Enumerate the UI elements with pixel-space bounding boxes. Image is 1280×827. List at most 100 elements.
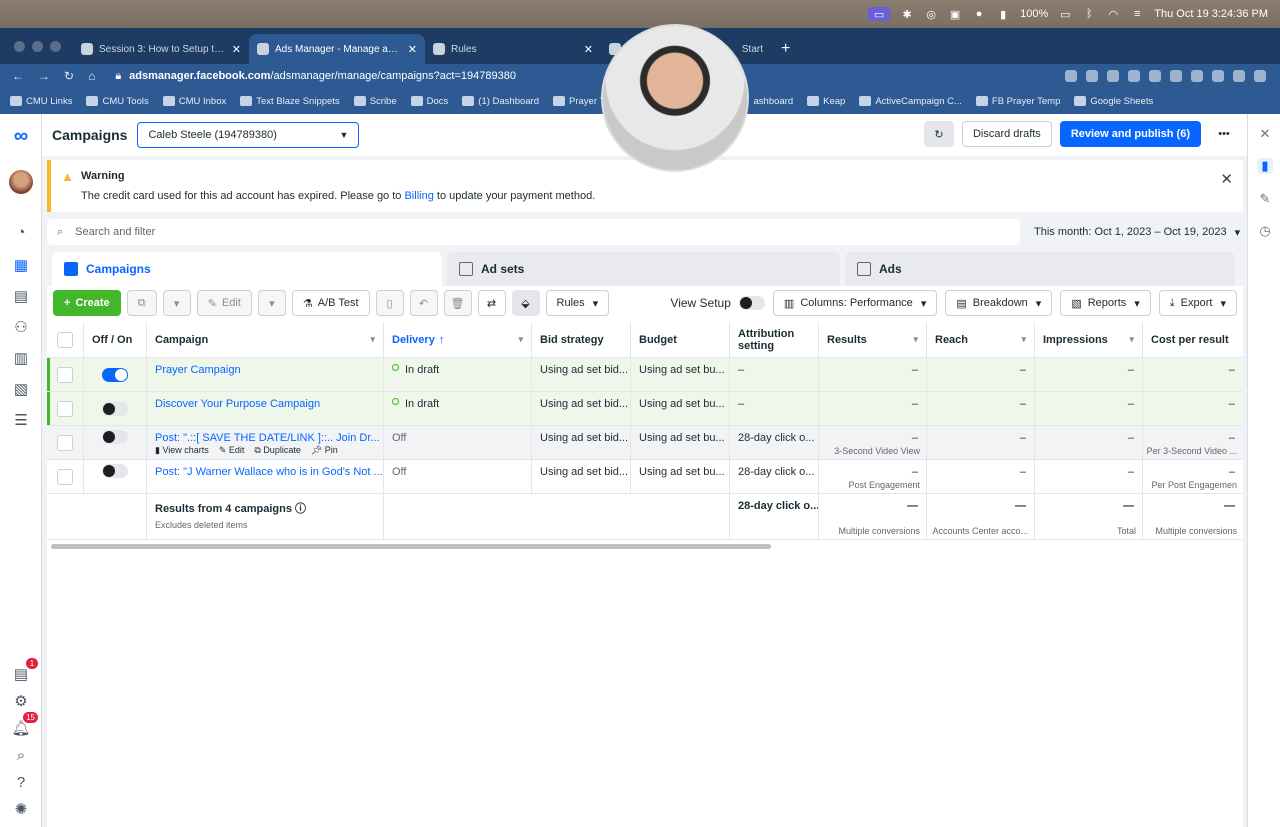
billing-icon[interactable]: ▥ bbox=[10, 348, 32, 368]
media-library-icon[interactable]: ▧ bbox=[10, 379, 32, 399]
bar-chart-icon[interactable]: ▮ bbox=[1257, 158, 1273, 174]
history-clock-icon[interactable]: ◷ bbox=[1257, 223, 1273, 239]
extension-icon[interactable] bbox=[1170, 70, 1182, 82]
duplicate-link[interactable]: ⧉ Duplicate bbox=[254, 445, 300, 456]
bookmark[interactable]: CMU Links bbox=[10, 96, 72, 107]
breakdown-button[interactable]: ▤ Breakdown ▾ bbox=[945, 290, 1053, 316]
bookmark[interactable]: (1) Dashboard bbox=[462, 96, 539, 107]
battery-icon[interactable]: ▭ bbox=[1058, 7, 1072, 21]
notifications-bell-icon[interactable]: 🔔︎ 15 bbox=[10, 712, 38, 738]
col-budget[interactable]: Budget bbox=[631, 322, 730, 357]
col-delivery[interactable]: Delivery ↑ ▾ bbox=[384, 322, 532, 357]
kebab-menu-icon[interactable] bbox=[1254, 70, 1266, 82]
campaign-name-link[interactable]: Discover Your Purpose Campaign bbox=[155, 398, 320, 410]
screen-record-icon[interactable]: ▭ bbox=[868, 7, 891, 21]
edit-dropdown[interactable]: ▾ bbox=[257, 290, 286, 316]
duplicate-dropdown[interactable]: ▾ bbox=[162, 290, 191, 316]
close-icon[interactable]: ✕ bbox=[1257, 126, 1273, 142]
billing-link[interactable]: Billing bbox=[404, 190, 433, 202]
ab-test-button[interactable]: ⚗ A/B Test bbox=[291, 290, 370, 316]
wifi-icon[interactable]: ◠ bbox=[1106, 7, 1120, 21]
col-offon[interactable]: Off / On bbox=[84, 322, 147, 357]
campaign-notes-icon[interactable]: ▤ 1 bbox=[10, 658, 38, 684]
col-cost-per-result[interactable]: Cost per result bbox=[1143, 322, 1243, 357]
bookmark[interactable]: CMU Inbox bbox=[162, 96, 226, 107]
tab-ads[interactable]: Ads bbox=[845, 252, 1235, 286]
col-reach[interactable]: Reach ▾ bbox=[927, 322, 1035, 357]
sync-icon[interactable]: ◎ bbox=[924, 7, 938, 21]
audiences-icon[interactable]: ⚇ bbox=[10, 317, 32, 337]
col-campaign[interactable]: Campaign ▾ bbox=[147, 322, 384, 357]
col-impressions[interactable]: Impressions ▾ bbox=[1035, 322, 1143, 357]
campaign-toggle[interactable] bbox=[102, 401, 128, 416]
horizontal-scrollbar[interactable] bbox=[51, 544, 771, 549]
extension-icon[interactable] bbox=[1128, 70, 1140, 82]
info-icon[interactable]: ⓘ bbox=[295, 503, 306, 515]
back-icon[interactable]: ← bbox=[12, 69, 24, 83]
close-icon[interactable]: ✕ bbox=[232, 43, 241, 56]
campaign-name-link[interactable]: Post: "J Warner Wallace who is in God's … bbox=[155, 466, 383, 478]
row-checkbox[interactable] bbox=[57, 468, 73, 485]
url-field[interactable]: 🔒︎ adsmanager.facebook.com/adsmanager/ma… bbox=[115, 66, 635, 86]
control-center-icon[interactable]: ≡ bbox=[1130, 7, 1144, 21]
table-row[interactable]: Post: "J Warner Wallace who is in God's … bbox=[47, 460, 1243, 494]
search-filter-input[interactable]: ⌕ Search and filter bbox=[47, 219, 1020, 245]
select-all-checkbox[interactable] bbox=[57, 331, 73, 348]
edit-link[interactable]: ✎ Edit bbox=[219, 445, 245, 456]
tab-adsets[interactable]: Ad sets bbox=[447, 252, 840, 286]
reports-button[interactable]: ▧ Reports ▾ bbox=[1060, 290, 1151, 316]
dashboard-icon[interactable]: ◔ bbox=[10, 222, 32, 242]
refresh-button[interactable]: ↻ bbox=[923, 121, 954, 147]
discard-drafts-button[interactable]: Discard drafts bbox=[961, 121, 1052, 147]
search-icon[interactable]: ⌕ bbox=[10, 745, 32, 765]
columns-button[interactable]: ▥ Columns: Performance ▾ bbox=[772, 290, 938, 316]
view-charts-link[interactable]: ▮ View charts bbox=[155, 445, 209, 456]
review-publish-button[interactable]: Review and publish (6) bbox=[1059, 121, 1201, 147]
new-tab-button[interactable]: + bbox=[771, 40, 800, 64]
col-attribution[interactable]: Attribution setting bbox=[730, 322, 819, 357]
extension-icon[interactable] bbox=[1107, 70, 1119, 82]
bookmark[interactable]: Scribe bbox=[353, 96, 397, 107]
status-icon[interactable]: ● bbox=[972, 7, 986, 21]
bookmark[interactable]: Google Sheets bbox=[1074, 96, 1153, 107]
row-checkbox[interactable] bbox=[57, 400, 73, 417]
col-bid-strategy[interactable]: Bid strategy bbox=[532, 322, 631, 357]
puzzle-icon[interactable] bbox=[1191, 70, 1203, 82]
extension-icon[interactable] bbox=[1086, 70, 1098, 82]
bluetooth-icon[interactable]: ᛒ bbox=[1082, 7, 1096, 21]
help-icon[interactable]: ? bbox=[10, 772, 32, 792]
campaign-name-link[interactable]: Prayer Campaign bbox=[155, 364, 241, 376]
extension-icon[interactable] bbox=[1065, 70, 1077, 82]
pages-icon[interactable]: ▤ bbox=[10, 286, 32, 306]
all-tools-menu-icon[interactable]: ☰ bbox=[10, 410, 32, 430]
close-icon[interactable]: ✕ bbox=[584, 43, 593, 56]
profile-icon[interactable] bbox=[1233, 70, 1245, 82]
bookmark[interactable]: FB Prayer Temp bbox=[975, 96, 1060, 107]
clipboard-button[interactable]: ▯ bbox=[375, 290, 404, 316]
tab-campaigns[interactable]: Campaigns bbox=[52, 252, 442, 286]
swap-button[interactable]: ⇄ bbox=[477, 290, 506, 316]
bug-report-icon[interactable]: ✺ bbox=[10, 799, 32, 819]
clock[interactable]: Thu Oct 19 3:24:36 PM bbox=[1154, 8, 1268, 20]
more-options-button[interactable]: ••• bbox=[1209, 121, 1239, 147]
campaigns-table-icon[interactable]: ▦ bbox=[10, 255, 32, 275]
duplicate-button[interactable]: ⧉ bbox=[126, 290, 157, 316]
row-checkbox[interactable] bbox=[57, 366, 73, 383]
bookmark[interactable]: CMU Tools bbox=[86, 96, 149, 107]
gear-icon[interactable]: ✱ bbox=[900, 7, 914, 21]
monitor-icon[interactable]: ▣ bbox=[948, 7, 962, 21]
browser-tab-rules[interactable]: Rules ✕ bbox=[425, 34, 601, 64]
browser-tab-adsmanager[interactable]: Ads Manager - Manage ads - C ✕ bbox=[249, 34, 425, 64]
campaign-toggle[interactable] bbox=[102, 367, 128, 382]
tag-button[interactable]: ⬙ bbox=[511, 290, 540, 316]
row-checkbox[interactable] bbox=[57, 434, 73, 451]
bookmark[interactable]: ActiveCampaign C... bbox=[859, 96, 962, 107]
toggle-icon[interactable]: ▮ bbox=[996, 7, 1010, 21]
window-controls[interactable] bbox=[0, 41, 73, 64]
forward-icon[interactable]: → bbox=[38, 69, 50, 83]
pin-link[interactable]: 📌︎ Pin bbox=[311, 445, 338, 456]
settings-gear-icon[interactable]: ⚙ bbox=[10, 691, 32, 711]
browser-tab-session[interactable]: Session 3: How to Setup the F ✕ bbox=[73, 34, 249, 64]
table-row[interactable]: Discover Your Purpose Campaign In draft … bbox=[47, 392, 1243, 426]
pencil-icon[interactable]: ✎ bbox=[1257, 191, 1273, 207]
